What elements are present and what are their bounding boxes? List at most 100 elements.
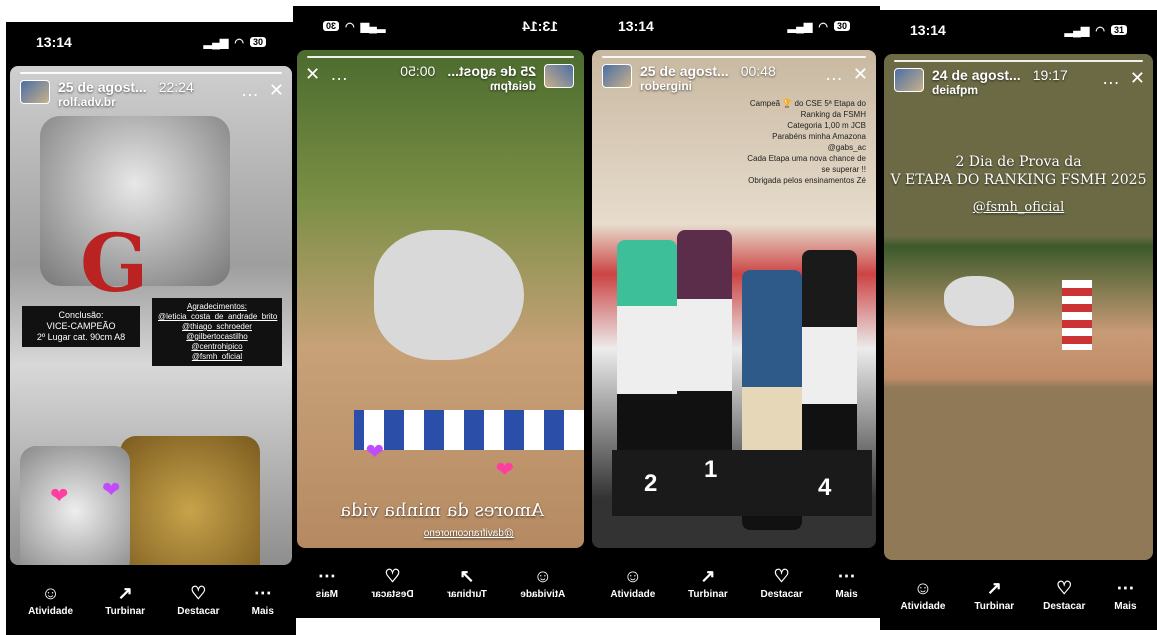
wifi-icon: ◠ (1095, 24, 1105, 37)
activity-label: Atividade (610, 588, 656, 600)
more-label: Mais (251, 605, 274, 617)
boost-label: Turbinar (105, 605, 146, 617)
activity-button[interactable]: ☺ Atividade (610, 567, 655, 600)
heart-sticker: ❤ (365, 439, 384, 464)
story-panel-2: 13:14 ▂▄▆ ◠ 30 ❤ ❤ Amores da minha vida @d… (293, 6, 588, 618)
more-label: Mais (315, 588, 338, 600)
more-label: Mais (1114, 600, 1137, 612)
boost-label: Turbinar (688, 588, 728, 600)
more-icon[interactable]: … (825, 64, 843, 85)
trend-up-icon: ↗ (986, 577, 1002, 598)
boost-label: Turbinar (974, 600, 1015, 612)
story-media[interactable]: ❤ ❤ Amores da minha vida @davifrancomore… (297, 50, 584, 548)
status-icons: ▂▄▆ ◠ 30 (788, 20, 850, 33)
horse-image (944, 276, 1014, 326)
rider-image (677, 230, 732, 460)
wifi-icon: ◠ (234, 36, 244, 49)
activity-button[interactable]: ☺ Atividade (520, 566, 566, 600)
rider-image (802, 250, 857, 470)
story-username[interactable]: rolf.adv.br (58, 95, 194, 110)
status-time: 13:14 (522, 18, 558, 34)
story-caption: Campeã 🏆 do CSE 5ª Etapa do Ranking da F… (747, 99, 866, 185)
dots-icon: ⋯ (253, 582, 272, 603)
dots-icon: ⋯ (837, 565, 856, 586)
story-media[interactable]: 2 1 4 Campeã 🏆 do CSE 5ª Etapa do Rankin… (592, 50, 876, 548)
boost-button[interactable]: ↗ Turbinar (105, 584, 145, 617)
progress-bar (602, 56, 866, 58)
story-time: 00:50 (400, 63, 436, 79)
avatar[interactable] (544, 64, 574, 88)
heart-circle-icon: ♡ (773, 565, 790, 586)
gf-logo: G (80, 216, 149, 310)
battery-icon: 30 (323, 21, 340, 31)
story-media[interactable]: 2 Dia de Prova da V ETAPA DO RANKING FSM… (884, 54, 1153, 560)
highlight-label: Destacar (371, 588, 414, 600)
jump-obstacle (1062, 280, 1092, 350)
more-icon[interactable]: … (1102, 68, 1120, 89)
story-header: 24 de agost... 19:17 deiafpm … ✕ (894, 68, 1145, 98)
battery-icon: 31 (1110, 25, 1127, 35)
activity-icon: ☺ (913, 577, 933, 598)
wifi-icon: ◠ (818, 20, 828, 33)
wifi-icon: ◠ (345, 20, 355, 33)
more-icon[interactable]: … (330, 64, 348, 85)
thanks-box: Agradecimentos: @leticia_costa_de_andrad… (152, 298, 282, 366)
boost-button[interactable]: ↗ Turbinar (688, 567, 728, 600)
podium-step-4: 4 (818, 474, 832, 501)
progress-bar (20, 72, 282, 74)
more-button[interactable]: ⋯ Mais (252, 584, 274, 617)
close-icon[interactable]: ✕ (853, 64, 868, 85)
highlight-button[interactable]: ♡ Destacar (1043, 579, 1085, 612)
story-username[interactable]: robergini (640, 79, 776, 94)
highlight-button[interactable]: ♡ Destacar (760, 567, 802, 600)
story-date: 24 de agost... (932, 67, 1021, 83)
more-icon[interactable]: … (241, 80, 259, 101)
trend-up-icon: ↗ (700, 565, 716, 586)
close-icon[interactable]: ✕ (1130, 68, 1145, 89)
activity-label: Atividade (900, 600, 946, 612)
signal-icon: ▂▄▆ (787, 20, 813, 33)
more-button[interactable]: ⋯ Mais (835, 567, 857, 600)
more-button[interactable]: ⋯ Mais (1114, 579, 1136, 612)
activity-label: Atividade (520, 588, 566, 600)
close-icon[interactable]: ✕ (269, 80, 284, 101)
boost-button[interactable]: ↗ Turbinar (447, 565, 487, 600)
silver-medal-image (20, 446, 130, 565)
close-icon[interactable]: ✕ (305, 64, 320, 85)
boost-button[interactable]: ↗ Turbinar (974, 579, 1014, 612)
activity-button[interactable]: ☺ Atividade (900, 579, 945, 612)
activity-icon: ☺ (623, 565, 643, 586)
activity-icon: ☺ (41, 582, 60, 603)
boost-label: Turbinar (447, 588, 487, 600)
story-date: 25 de agost... (58, 79, 147, 95)
dots-icon: ⋯ (317, 565, 336, 586)
story-header: 25 de agost... 00:48 robergini … ✕ (602, 64, 868, 94)
story-caption: Amores da minha vida (340, 500, 544, 521)
more-label: Mais (835, 588, 858, 600)
progress-bar (307, 56, 574, 58)
activity-button[interactable]: ☺ Atividade (28, 584, 73, 617)
signal-icon: ▂▄▆ (1064, 24, 1090, 37)
avatar[interactable] (602, 64, 632, 88)
story-username[interactable]: deiafpm (932, 83, 1068, 98)
rider-image (617, 240, 677, 460)
avatar[interactable] (894, 68, 924, 92)
story-username[interactable]: deiafpm (400, 79, 536, 94)
highlight-button[interactable]: ♡ Destacar (177, 584, 219, 617)
caption-line-1: 2 Dia de Prova da (955, 154, 1082, 170)
status-bar: 13:14 ▂▄▆ ◠ 30 (588, 6, 880, 46)
progress-bar (894, 60, 1143, 62)
story-panel-3: 13:14 ▂▄▆ ◠ 30 2 1 4 Campeã 🏆 do CSE 5ª Et… (588, 6, 880, 618)
trend-up-icon: ↗ (459, 565, 475, 586)
story-mention[interactable]: @fsmh_oficial (884, 200, 1153, 215)
podium-step-2: 2 (644, 470, 658, 497)
story-time: 00:48 (740, 63, 776, 79)
more-button[interactable]: ⋯ Mais (315, 565, 338, 600)
signal-icon: ▂▄▆ (360, 20, 386, 33)
story-mention[interactable]: @davifrancomoreno (424, 528, 514, 539)
highlight-label: Destacar (177, 605, 220, 617)
highlight-button[interactable]: ♡ Destacar (371, 566, 414, 600)
story-media[interactable]: G Conclusão: VICE-CAMPEÃO 2º Lugar cat. … (10, 66, 292, 565)
story-date: 25 de agost... (447, 63, 536, 79)
avatar[interactable] (20, 80, 50, 104)
